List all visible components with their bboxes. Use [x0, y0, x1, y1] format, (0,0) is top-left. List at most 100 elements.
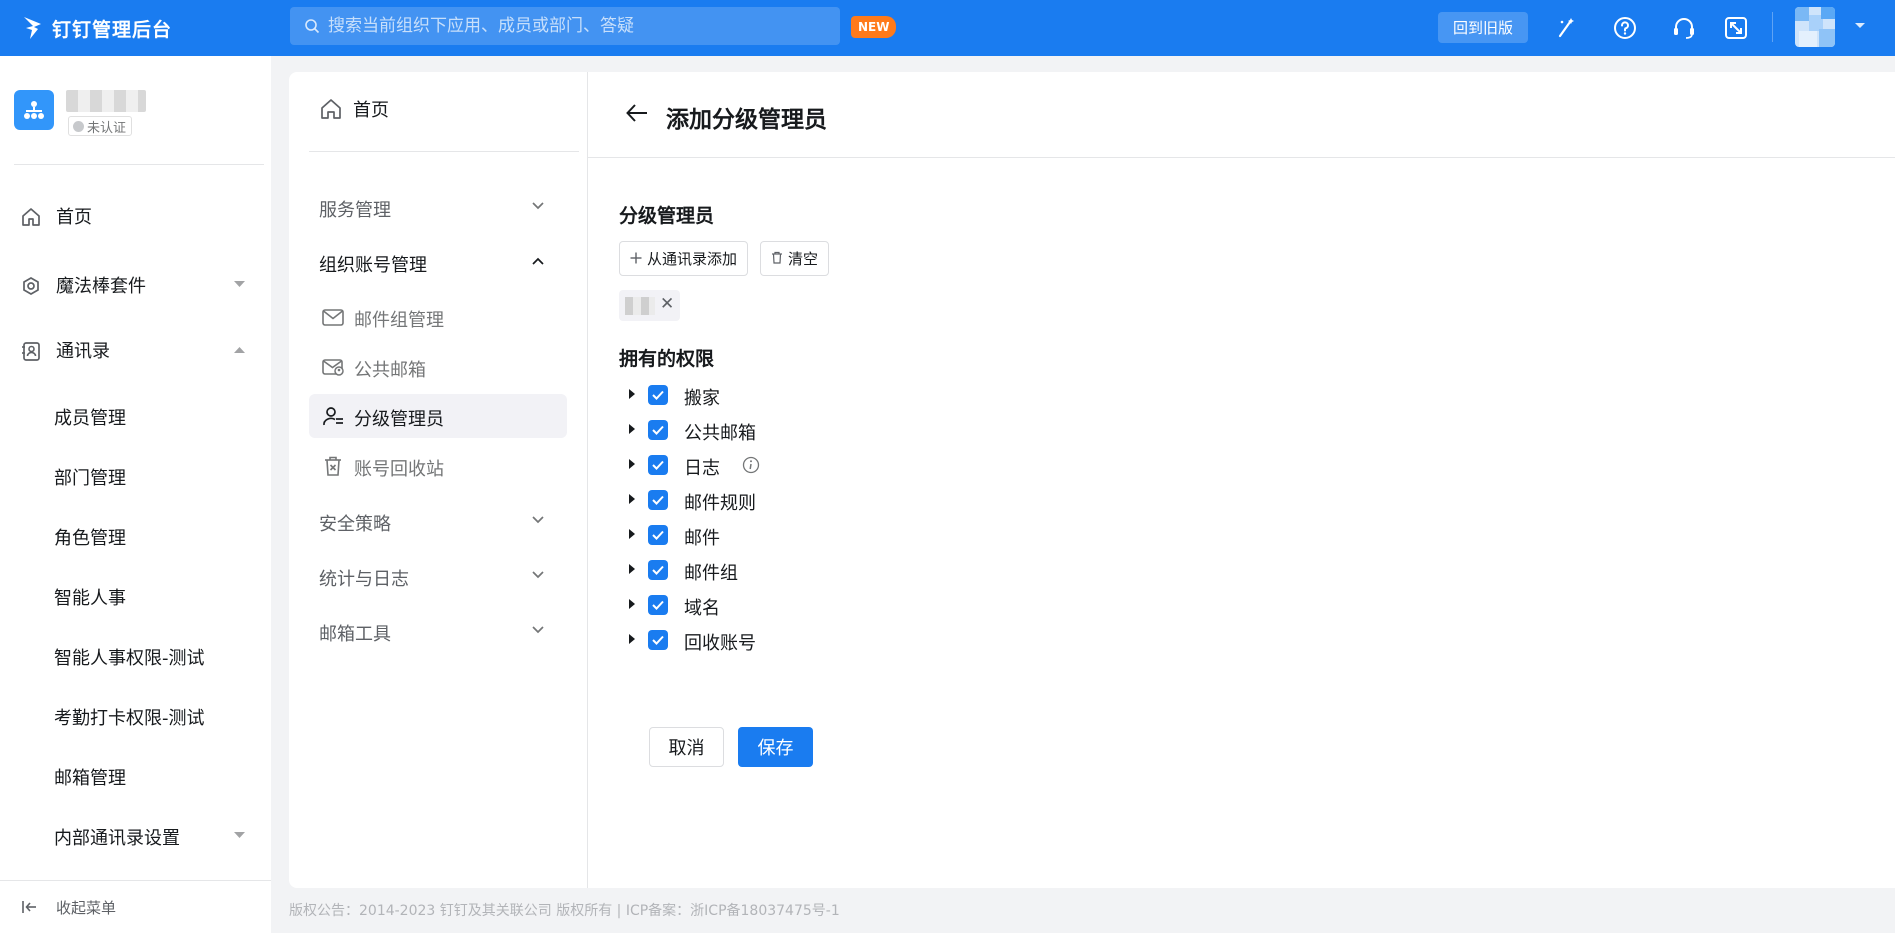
top-bar: 钉钉管理后台 NEW 回到旧版 [0, 0, 1895, 56]
permission-checkbox[interactable] [648, 525, 668, 545]
permission-item-logs: 日志 [619, 450, 919, 480]
admin-name-redacted [625, 297, 655, 315]
cancel-button[interactable]: 取消 [649, 727, 724, 767]
permission-item-recycled-accounts: 回收账号 [619, 625, 919, 655]
chevron-down-icon[interactable] [1854, 22, 1866, 30]
permission-checkbox[interactable] [648, 420, 668, 440]
admin-user-icon [323, 407, 343, 426]
expand-caret-icon[interactable] [629, 529, 635, 539]
back-to-old-version-button[interactable]: 回到旧版 [1438, 12, 1528, 43]
subnav-group-org-account-management[interactable]: 组织账号管理 [319, 245, 564, 281]
caret-down-icon [234, 832, 245, 838]
expand-caret-icon[interactable] [629, 459, 635, 469]
footer-copyright: 版权公告：2014-2023 钉钉及其关联公司 版权所有 | ICP备案：浙IC… [289, 903, 840, 919]
chevron-up-icon [532, 257, 544, 265]
permission-checkbox[interactable] [648, 630, 668, 650]
permission-item-mail: 邮件 [619, 520, 919, 550]
home-icon [321, 99, 341, 119]
sidebar-divider [14, 164, 264, 165]
expand-caret-icon[interactable] [629, 424, 635, 434]
plus-icon [630, 250, 642, 268]
permission-checkbox[interactable] [648, 595, 668, 615]
expand-caret-icon[interactable] [629, 564, 635, 574]
sidebar-subitem-attendance-permission-test[interactable]: 考勤打卡权限-测试 [0, 696, 271, 736]
save-button[interactable]: 保存 [738, 727, 813, 767]
main-sidebar: 未认证 首页 魔法棒套件 通讯录 成员管理 部门管理 角色管理 智能人事 智能人… [0, 56, 271, 933]
chevron-down-icon [532, 202, 544, 210]
page-title: 添加分级管理员 [666, 107, 827, 133]
search-input[interactable] [328, 16, 828, 36]
shared-mailbox-icon [322, 359, 344, 376]
mail-icon [322, 309, 344, 326]
headset-icon[interactable] [1670, 14, 1698, 42]
sidebar-item-home[interactable]: 首页 [0, 196, 271, 236]
permission-item-mail-group: 邮件组 [619, 555, 919, 585]
permission-item-shared-mailbox: 公共邮箱 [619, 415, 919, 445]
contacts-icon [22, 342, 40, 361]
magic-icon [23, 277, 39, 295]
subnav-item-mail-group-management[interactable]: 邮件组管理 [309, 295, 567, 339]
caret-down-icon [234, 281, 245, 287]
subnav-group-security-policy[interactable]: 安全策略 [319, 504, 564, 540]
sidebar-subitem-smart-hr[interactable]: 智能人事 [0, 576, 271, 616]
sidebar-subitem-internal-contacts-settings[interactable]: 内部通讯录设置 [0, 816, 271, 856]
clear-button[interactable]: 清空 [760, 241, 830, 276]
search-icon [305, 19, 320, 34]
admin-section-title: 分级管理员 [619, 205, 715, 227]
home-icon [22, 208, 40, 226]
expand-caret-icon[interactable] [629, 389, 635, 399]
subnav-item-shared-mailbox[interactable]: 公共邮箱 [309, 345, 567, 389]
sidebar-item-magic-suite[interactable]: 魔法棒套件 [0, 265, 271, 305]
back-arrow-icon[interactable] [625, 102, 649, 124]
fullscreen-icon[interactable] [1722, 14, 1750, 42]
help-icon[interactable] [1611, 14, 1639, 42]
certification-badge[interactable]: 未认证 [68, 116, 133, 136]
brand[interactable]: 钉钉管理后台 [22, 15, 290, 42]
permission-checkbox[interactable] [648, 455, 668, 475]
sidebar-subitem-roles[interactable]: 角色管理 [0, 516, 271, 556]
subnav-item-account-recycle-bin[interactable]: 账号回收站 [309, 444, 567, 488]
permission-item-mail-rules: 邮件规则 [619, 485, 919, 515]
content-header: 添加分级管理员 [588, 72, 1895, 158]
permissions-section-title: 拥有的权限 [619, 348, 715, 370]
expand-caret-icon[interactable] [629, 599, 635, 609]
user-avatar[interactable] [1795, 7, 1835, 47]
sidebar-subitem-smart-hr-permission-test[interactable]: 智能人事权限-测试 [0, 636, 271, 676]
permission-checkbox[interactable] [648, 490, 668, 510]
trash-icon [771, 250, 783, 268]
remove-admin-icon[interactable]: ✕ [660, 294, 674, 314]
info-icon[interactable] [742, 456, 760, 474]
subnav-group-statistics-logs[interactable]: 统计与日志 [319, 559, 564, 595]
dingtalk-logo-icon [24, 17, 41, 39]
status-dot-icon [73, 120, 84, 132]
magic-wand-icon[interactable] [1552, 14, 1580, 42]
org-logo-icon [14, 90, 54, 130]
expand-caret-icon[interactable] [629, 494, 635, 504]
chevron-down-icon [532, 516, 544, 524]
caret-up-icon [234, 347, 245, 353]
chevron-down-icon [532, 571, 544, 579]
sidebar-item-contacts[interactable]: 通讯录 [0, 330, 271, 370]
collapse-icon [22, 901, 36, 913]
permission-checkbox[interactable] [648, 560, 668, 580]
subnav-group-service-management[interactable]: 服务管理 [319, 190, 564, 226]
subnav-divider [309, 151, 579, 152]
add-from-contacts-button[interactable]: 从通讯录添加 [619, 241, 749, 276]
search-box[interactable] [290, 7, 840, 45]
subnav-item-tiered-admin[interactable]: 分级管理员 [309, 394, 567, 438]
permission-item-migration: 搬家 [619, 380, 919, 410]
expand-caret-icon[interactable] [629, 634, 635, 644]
brand-title: 钉钉管理后台 [52, 18, 173, 41]
org-name-redacted [66, 90, 146, 112]
org-switcher[interactable]: 未认证 [14, 90, 146, 136]
sidebar-subitem-members[interactable]: 成员管理 [0, 396, 271, 436]
sidebar-subitem-mailbox-management[interactable]: 邮箱管理 [0, 756, 271, 796]
permission-checkbox[interactable] [648, 385, 668, 405]
collapse-menu-button[interactable]: 收起菜单 [0, 880, 271, 933]
main-content: 添加分级管理员 分级管理员 从通讯录添加 清空 ✕ 拥有的权限 搬家 公共邮箱 … [588, 72, 1895, 888]
subnav-home[interactable]: 首页 [319, 96, 389, 122]
new-badge: NEW [851, 16, 897, 38]
sidebar-subitem-departments[interactable]: 部门管理 [0, 456, 271, 496]
chevron-down-icon [532, 626, 544, 634]
subnav-group-mailbox-tools[interactable]: 邮箱工具 [319, 614, 564, 650]
